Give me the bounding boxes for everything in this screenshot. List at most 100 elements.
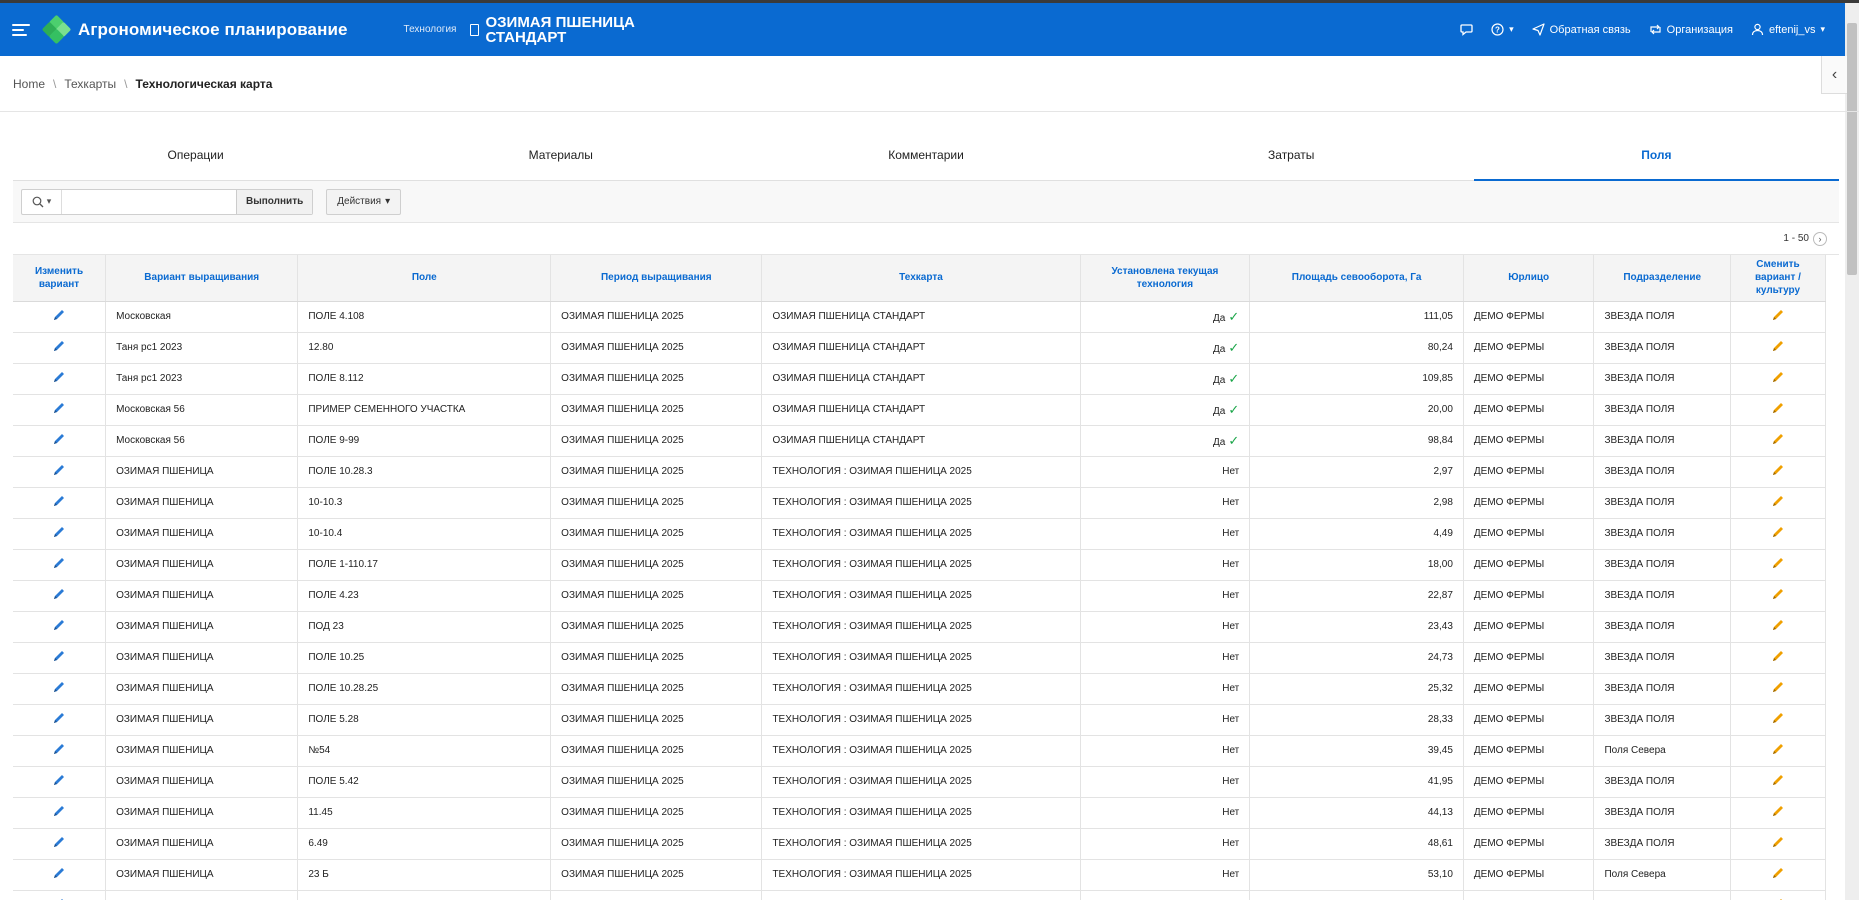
breadcrumb: Home \ Техкарты \ Технологическая карта … — [0, 56, 1859, 112]
pencil-icon[interactable] — [52, 463, 66, 477]
column-header[interactable]: Сменить вариант /культуру — [1730, 255, 1827, 302]
pencil-icon[interactable] — [1771, 432, 1785, 446]
column-header[interactable]: Юрлицо — [1463, 255, 1595, 302]
pencil-icon[interactable] — [52, 649, 66, 663]
pencil-icon[interactable] — [1771, 680, 1785, 694]
edit-variant-cell — [13, 394, 107, 426]
search-input[interactable] — [62, 189, 236, 214]
pencil-icon[interactable] — [52, 680, 66, 694]
pencil-icon[interactable] — [52, 339, 66, 353]
pencil-icon[interactable] — [1771, 556, 1785, 570]
column-header[interactable]: Техкарта — [761, 255, 1081, 302]
column-header[interactable]: Площадь севооборота, Га — [1249, 255, 1464, 302]
current-tech-cell: Да ✓ — [1080, 301, 1251, 333]
pencil-icon[interactable] — [1771, 308, 1785, 322]
page-scrollbar[interactable] — [1845, 3, 1859, 900]
pencil-icon[interactable] — [1771, 835, 1785, 849]
pencil-icon[interactable] — [1771, 401, 1785, 415]
current-tech-value: Нет — [1222, 869, 1240, 880]
hamburger-icon[interactable] — [12, 23, 30, 36]
pencil-icon[interactable] — [1771, 370, 1785, 384]
organization-link[interactable]: Организация — [1649, 23, 1733, 36]
pencil-icon[interactable] — [52, 556, 66, 570]
pencil-icon[interactable] — [1771, 463, 1785, 477]
pencil-icon[interactable] — [52, 401, 66, 415]
column-header[interactable]: Период выращивания — [550, 255, 763, 302]
pencil-icon[interactable] — [1771, 587, 1785, 601]
pencil-icon[interactable] — [52, 370, 66, 384]
actions-menu-button[interactable]: Действия ▾ — [326, 188, 402, 215]
user-menu-button[interactable]: eftenij_vs ▾ — [1751, 23, 1825, 36]
field-cell: ПРИМЕР СЕМЕННОГО УЧАСТКА — [297, 394, 552, 426]
column-header[interactable]: Подразделение — [1593, 255, 1731, 302]
breadcrumb-techcards[interactable]: Техкарты — [64, 77, 116, 91]
go-button[interactable]: Выполнить — [236, 189, 313, 214]
division-cell: Поля Севера — [1593, 859, 1731, 891]
period-cell: ОЗИМАЯ ПШЕНИЦА 2025 — [550, 301, 763, 333]
pencil-icon[interactable] — [52, 773, 66, 787]
variant-cell: ОЗИМАЯ ПШЕНИЦА — [105, 766, 299, 798]
breadcrumb-home[interactable]: Home — [13, 77, 45, 91]
pencil-icon[interactable] — [52, 525, 66, 539]
context-title: ОЗИМАЯ ПШЕНИЦА СТАНДАРТ — [485, 13, 635, 46]
app-title[interactable]: Агрономическое планирование — [78, 20, 348, 40]
pencil-icon[interactable] — [1771, 525, 1785, 539]
breadcrumb-separator: \ — [53, 76, 57, 91]
pencil-icon[interactable] — [52, 835, 66, 849]
search-column-selector[interactable]: ▾ — [22, 189, 62, 214]
change-variant-cell — [1730, 735, 1827, 767]
pencil-icon[interactable] — [1771, 711, 1785, 725]
pencil-icon[interactable] — [52, 804, 66, 818]
table-row: ОЗИМАЯ ПШЕНИЦА 10-10.3 ОЗИМАЯ ПШЕНИЦА 2025… — [13, 487, 1827, 519]
pencil-icon[interactable] — [52, 618, 66, 632]
current-tech-value: Нет — [1222, 714, 1240, 725]
tab-materials[interactable]: Материалы — [378, 129, 743, 180]
svg-text:?: ? — [1495, 26, 1500, 35]
area-cell: 48,61 — [1249, 828, 1464, 860]
division-cell: ЗВЕЗДА ПОЛЯ — [1593, 301, 1731, 333]
field-cell: 10-10.3 — [297, 487, 552, 519]
tab-fields[interactable]: Поля — [1473, 129, 1840, 181]
pencil-icon[interactable] — [52, 494, 66, 508]
chat-button[interactable] — [1460, 23, 1473, 36]
edit-variant-cell — [13, 859, 107, 891]
feedback-link[interactable]: Обратная связь — [1531, 23, 1631, 36]
pencil-icon[interactable] — [1771, 494, 1785, 508]
pencil-icon[interactable] — [1771, 339, 1785, 353]
division-cell: ЗВЕЗДА ПОЛЯ — [1593, 332, 1731, 364]
fields-table: Изменить вариант Вариант выращивания Пол… — [13, 255, 1827, 900]
pencil-icon[interactable] — [52, 432, 66, 446]
pencil-icon[interactable] — [52, 587, 66, 601]
column-header[interactable]: Поле — [297, 255, 552, 302]
pencil-icon[interactable] — [52, 742, 66, 756]
next-page-button[interactable]: › — [1813, 231, 1827, 246]
edit-variant-cell — [13, 456, 107, 488]
pencil-icon[interactable] — [1771, 804, 1785, 818]
variant-cell: ОЗИМАЯ ПШЕНИЦА — [105, 890, 299, 900]
tab-costs[interactable]: Затраты — [1109, 129, 1474, 180]
table-body: Московская ПОЛЕ 4.108 ОЗИМАЯ ПШЕНИЦА 2025 О… — [13, 301, 1827, 900]
tab-operations[interactable]: Операции — [13, 129, 378, 180]
pencil-icon[interactable] — [52, 308, 66, 322]
pencil-icon[interactable] — [1771, 742, 1785, 756]
table-row: ОЗИМАЯ ПШЕНИЦАПОЛЕ 10.55ОЗИМАЯ ПШЕНИЦА 2… — [13, 890, 1827, 900]
pencil-icon[interactable] — [52, 711, 66, 725]
current-tech-value: Да — [1213, 374, 1226, 386]
column-header[interactable]: Установлена текущая технология — [1080, 255, 1251, 302]
pencil-icon[interactable] — [1771, 618, 1785, 632]
change-variant-cell — [1730, 363, 1827, 395]
column-header[interactable]: Изменить вариант — [13, 255, 107, 302]
pencil-icon[interactable] — [1771, 649, 1785, 663]
pencil-icon[interactable] — [1771, 773, 1785, 787]
current-tech-value: Нет — [1222, 807, 1240, 818]
division-cell: ЗВЕЗДА ПОЛЯ — [1593, 673, 1731, 705]
column-header[interactable]: Вариант выращивания — [105, 255, 299, 302]
collapse-panel-button[interactable]: ‹ — [1821, 56, 1847, 94]
pencil-icon[interactable] — [52, 866, 66, 880]
current-tech-value: Нет — [1222, 745, 1240, 756]
change-variant-cell — [1730, 611, 1827, 643]
pencil-icon[interactable] — [1771, 866, 1785, 880]
current-tech-cell: Да ✓ — [1080, 363, 1251, 395]
help-menu-button[interactable]: ? ▾ — [1491, 23, 1514, 36]
tab-comments[interactable]: Комментарии — [743, 129, 1108, 180]
